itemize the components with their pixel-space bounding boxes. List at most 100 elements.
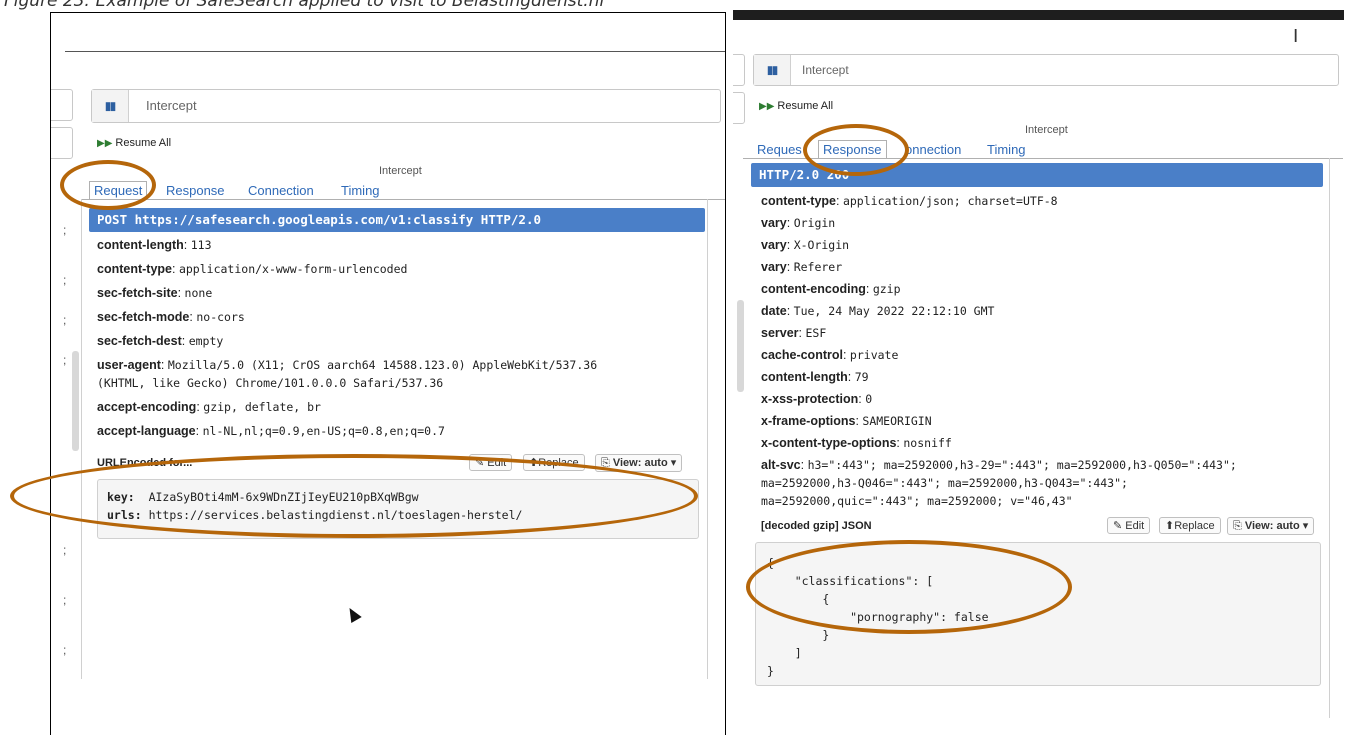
request-line[interactable]: POST https://safesearch.googleapis.com/v… bbox=[89, 208, 705, 232]
header-separator: : bbox=[786, 260, 794, 274]
header-key: x-xss-protection bbox=[761, 392, 859, 406]
gutter-mark: ; bbox=[63, 543, 67, 557]
header-value: Referer bbox=[793, 260, 843, 274]
header-row: x-xss-protection: 0 bbox=[761, 392, 872, 406]
header-value: private bbox=[849, 348, 899, 362]
header-separator: : bbox=[181, 334, 189, 348]
header-row: date: Tue, 24 May 2022 22:12:10 GMT bbox=[761, 304, 994, 318]
gutter-mark: ; bbox=[63, 643, 67, 657]
intercept-placeholder: Intercept bbox=[802, 63, 849, 77]
header-value: application/json; charset=UTF-8 bbox=[842, 194, 1058, 208]
header-row: content-length: 79 bbox=[761, 370, 869, 384]
resume-icon: ▶▶ bbox=[97, 138, 113, 149]
tab-timing[interactable]: Timing bbox=[987, 142, 1026, 157]
right-gutter-line bbox=[707, 199, 708, 679]
replace-button[interactable]: ⬆Replace bbox=[1159, 517, 1221, 534]
header-row: cache-control: private bbox=[761, 348, 898, 362]
header-separator: : bbox=[183, 238, 191, 252]
header-row: vary: X-Origin bbox=[761, 238, 849, 252]
tab-request[interactable]: Reques bbox=[757, 142, 802, 157]
header-separator: : bbox=[172, 262, 179, 276]
header-row: alt-svc: h3=":443"; ma=2592000,h3-29=":4… bbox=[761, 458, 1237, 472]
tab-connection[interactable]: Connection bbox=[248, 183, 314, 198]
top-divider bbox=[65, 51, 725, 52]
header-row: sec-fetch-site: none bbox=[97, 286, 212, 300]
header-row: x-content-type-options: nosniff bbox=[761, 436, 952, 450]
header-row-continued: ma=2592000,quic=":443"; ma=2592000; v="4… bbox=[761, 494, 1073, 508]
text-cursor-icon: I bbox=[1293, 26, 1299, 47]
header-value: Tue, 24 May 2022 22:12:10 GMT bbox=[793, 304, 995, 318]
header-key: cache-control bbox=[761, 348, 843, 362]
header-separator: : bbox=[836, 194, 843, 208]
header-row: sec-fetch-dest: empty bbox=[97, 334, 223, 348]
view-mode-select[interactable]: ⎘ View: auto ▾ bbox=[1227, 517, 1315, 535]
header-key: accept-encoding bbox=[97, 400, 197, 414]
header-key: vary bbox=[761, 216, 787, 230]
replace-label: Replace bbox=[1174, 520, 1215, 532]
left-partial-box bbox=[51, 89, 73, 121]
header-separator: : bbox=[865, 282, 873, 296]
tab-timing[interactable]: Timing bbox=[341, 183, 380, 198]
gutter-mark: ; bbox=[63, 353, 67, 367]
intercept-section-label: Intercept bbox=[379, 165, 422, 177]
header-row: content-type: application/json; charset=… bbox=[761, 194, 1058, 208]
json-line: ] bbox=[767, 646, 802, 660]
header-separator: : bbox=[195, 424, 203, 438]
edit-icon: ✎ bbox=[1113, 520, 1126, 532]
header-key: alt-svc bbox=[761, 458, 801, 472]
header-value: ESF bbox=[805, 326, 827, 340]
gutter-mark: ; bbox=[63, 313, 67, 327]
window-titlebar bbox=[733, 10, 1344, 20]
edit-label: Edit bbox=[1125, 520, 1145, 532]
header-key: x-frame-options bbox=[761, 414, 856, 428]
gutter-mark: ; bbox=[63, 273, 67, 287]
scrollbar[interactable] bbox=[72, 351, 79, 451]
mouse-cursor-icon bbox=[344, 604, 362, 624]
intercept-filter-input[interactable]: ▮▮ Intercept bbox=[91, 89, 721, 123]
edit-button[interactable]: ✎ Edit bbox=[1107, 517, 1151, 534]
header-value: h3=":443"; ma=2592000,h3-29=":443"; ma=2… bbox=[807, 458, 1237, 472]
header-row: x-frame-options: SAMEORIGIN bbox=[761, 414, 932, 428]
resume-all-button[interactable]: ▶▶ Resume All bbox=[97, 137, 171, 149]
left-partial-box-2 bbox=[733, 92, 745, 124]
header-key: sec-fetch-site bbox=[97, 286, 178, 300]
header-row: accept-language: nl-NL,nl;q=0.9,en-US;q=… bbox=[97, 424, 445, 438]
header-separator: : bbox=[847, 370, 855, 384]
pause-button[interactable]: ▮▮ bbox=[92, 90, 129, 122]
header-value: application/x-www-form-urlencoded bbox=[178, 262, 408, 276]
intercept-filter-input[interactable]: ▮▮ Intercept bbox=[753, 54, 1339, 86]
tab-response[interactable]: Response bbox=[166, 183, 225, 198]
header-row: content-encoding: gzip bbox=[761, 282, 901, 296]
highlight-ellipse-form-data bbox=[10, 454, 698, 538]
left-partial-box-2 bbox=[51, 127, 73, 159]
highlight-ellipse-json bbox=[746, 540, 1072, 634]
clipboard-icon: ⎘ bbox=[1233, 520, 1245, 532]
right-gutter-line bbox=[1329, 158, 1330, 718]
view-mode-label: View: auto bbox=[1244, 520, 1300, 532]
header-value: empty bbox=[188, 334, 224, 348]
header-key: content-length bbox=[761, 370, 848, 384]
upload-icon: ⬆ bbox=[1165, 520, 1175, 532]
header-row: vary: Referer bbox=[761, 260, 842, 274]
pause-button[interactable]: ▮▮ bbox=[754, 55, 791, 85]
tab-connection[interactable]: onnection bbox=[905, 142, 961, 157]
header-value: X-Origin bbox=[793, 238, 850, 252]
scrollbar[interactable] bbox=[737, 300, 744, 392]
header-separator: : bbox=[842, 348, 850, 362]
header-value: 0 bbox=[865, 392, 873, 406]
resume-all-button[interactable]: ▶▶ Resume All bbox=[759, 100, 833, 112]
header-row: user-agent: Mozilla/5.0 (X11; CrOS aarch… bbox=[97, 358, 597, 372]
figure-caption: Figure 23: Example of SafeSearch applied… bbox=[4, 0, 605, 11]
pause-icon: ▮▮ bbox=[104, 100, 116, 113]
header-row: (KHTML, like Gecko) Chrome/101.0.0.0 Saf… bbox=[97, 376, 443, 390]
resume-all-label: Resume All bbox=[115, 137, 172, 149]
header-value: 79 bbox=[854, 370, 869, 384]
header-value: none bbox=[184, 286, 213, 300]
header-key: user-agent bbox=[97, 358, 161, 372]
header-value: Origin bbox=[793, 216, 836, 230]
header-row: vary: Origin bbox=[761, 216, 835, 230]
header-value: ma=2592000,h3-Q046=":443"; ma=2592000,h3… bbox=[761, 476, 1128, 490]
header-separator: : bbox=[800, 458, 808, 472]
highlight-ellipse-response-tab bbox=[803, 124, 909, 176]
gutter-mark: ; bbox=[63, 223, 67, 237]
